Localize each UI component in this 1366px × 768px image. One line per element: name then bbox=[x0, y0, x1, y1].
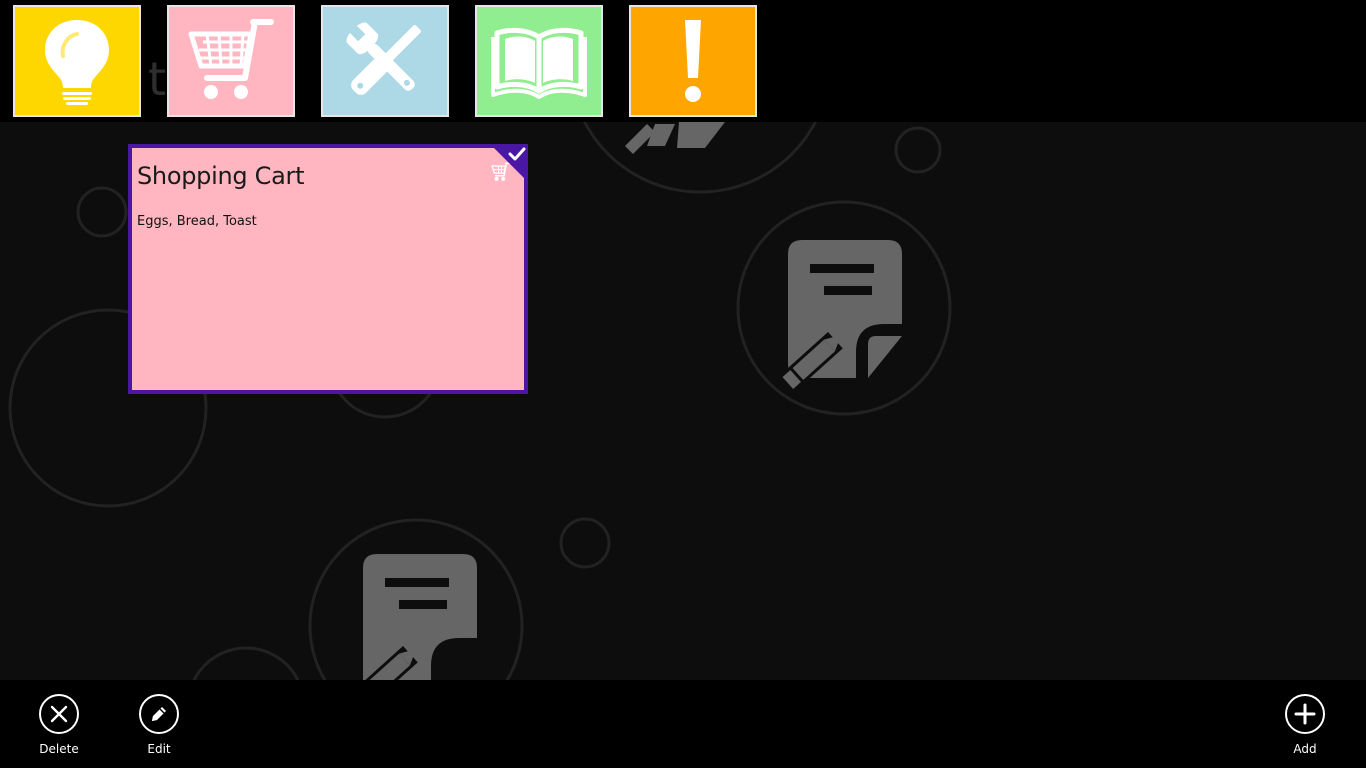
category-tile-tools[interactable] bbox=[321, 5, 449, 117]
category-bar: t op bbox=[0, 0, 1366, 122]
note-card-shopping[interactable]: Shopping Cart Eggs, Bread, Toast bbox=[128, 144, 528, 394]
pencil-icon bbox=[139, 694, 179, 734]
sticky-notes-app: t op bbox=[0, 0, 1366, 768]
tools-icon bbox=[346, 22, 421, 95]
note-pencil-icon bbox=[353, 554, 477, 680]
pencil-icon bbox=[625, 122, 725, 154]
category-tile-shopping[interactable] bbox=[167, 5, 295, 117]
edit-button[interactable]: Edit bbox=[119, 694, 199, 764]
category-tile-important[interactable] bbox=[629, 5, 757, 117]
open-book-icon bbox=[491, 27, 587, 99]
add-button[interactable]: Add bbox=[1265, 694, 1345, 764]
selected-check-icon bbox=[490, 144, 528, 182]
plus-icon bbox=[1285, 694, 1325, 734]
note-body: Eggs, Bread, Toast bbox=[137, 214, 257, 229]
exclamation-icon bbox=[685, 20, 701, 102]
note-title: Shopping Cart bbox=[137, 162, 305, 190]
category-tile-reading[interactable] bbox=[475, 5, 603, 117]
delete-button[interactable]: Delete bbox=[19, 694, 99, 764]
add-label: Add bbox=[1293, 742, 1317, 756]
note-pencil-icon bbox=[778, 240, 902, 393]
delete-icon bbox=[39, 694, 79, 734]
shopping-cart-icon bbox=[188, 19, 274, 99]
delete-label: Delete bbox=[39, 742, 79, 756]
app-bar: Delete Edit Add bbox=[0, 680, 1366, 768]
edit-label: Edit bbox=[147, 742, 171, 756]
category-tile-idea[interactable] bbox=[13, 5, 141, 117]
lightbulb-icon bbox=[45, 20, 109, 105]
